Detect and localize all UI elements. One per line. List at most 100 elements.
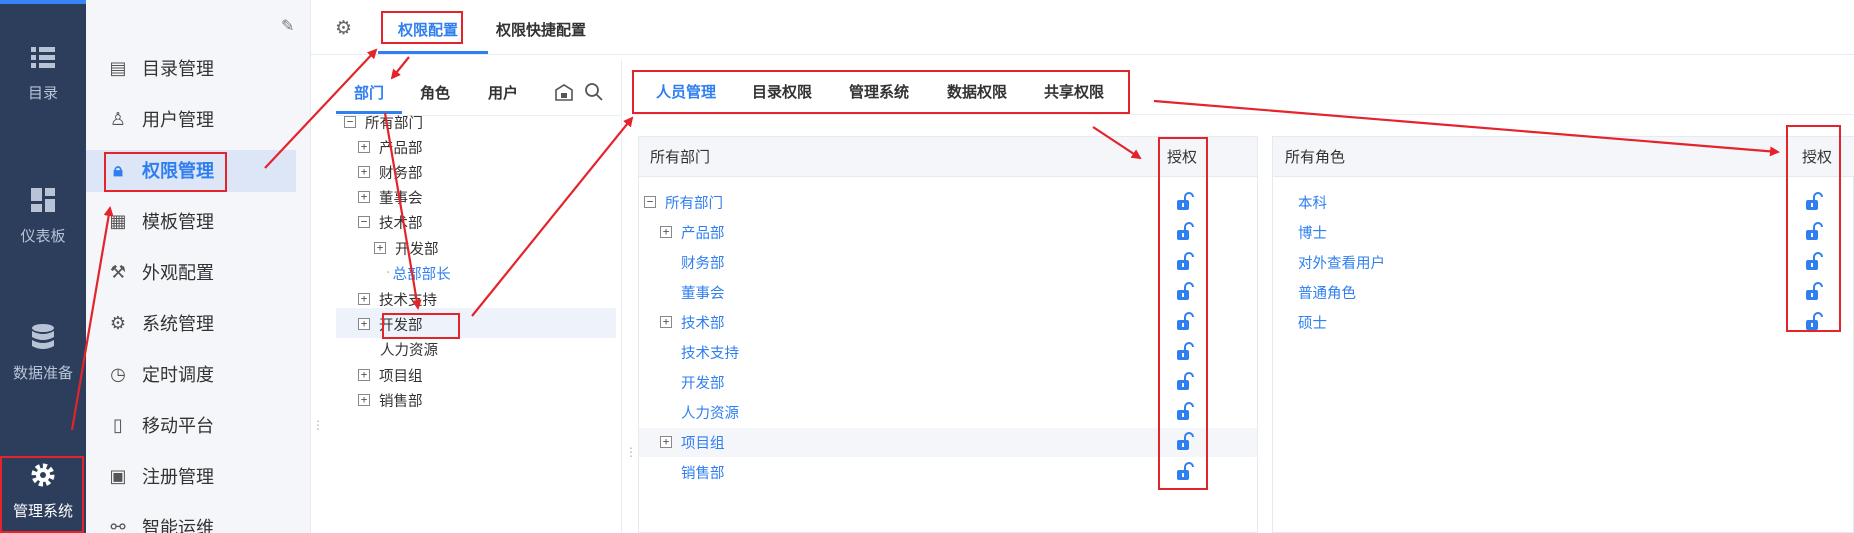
tree-node-label: 所有部门 <box>365 115 423 132</box>
unlock-icon[interactable] <box>1805 282 1823 302</box>
unlock-icon[interactable] <box>1176 312 1194 332</box>
toggle-icon[interactable]: + <box>358 369 370 381</box>
toggle-icon[interactable]: − <box>358 216 370 228</box>
timer-icon: ◷ <box>110 363 126 385</box>
menu-item-mobile[interactable]: ▯ 移动平台 <box>108 410 214 440</box>
menu-item-appearance[interactable]: ⚒ 外观配置 <box>108 257 214 287</box>
pin-icon[interactable]: ✎ <box>281 16 294 35</box>
unlock-icon[interactable] <box>1176 342 1194 362</box>
dept-row[interactable]: − 所有部门 <box>644 191 723 213</box>
unlock-icon[interactable] <box>1805 192 1823 212</box>
menu-item-schedule[interactable]: ◷ 定时调度 <box>108 359 214 389</box>
tree-node[interactable]: − 所有部门 <box>344 111 423 133</box>
menu-item-register[interactable]: ▣ 注册管理 <box>108 461 214 491</box>
rail-item-admin[interactable]: 管理系统 <box>0 460 86 521</box>
unlock-icon[interactable] <box>1176 282 1194 302</box>
menu-item-catalog[interactable]: ▤ 目录管理 <box>108 53 214 83</box>
dept-row-label: 技术部 <box>681 315 725 332</box>
menu-item-templates[interactable]: ▦ 模板管理 <box>108 206 214 236</box>
dept-row-label: 人力资源 <box>681 405 739 422</box>
dept-row[interactable]: + 项目组 <box>660 431 725 453</box>
toggle-icon[interactable]: − <box>644 196 656 208</box>
unlock-icon[interactable] <box>1805 312 1823 332</box>
register-icon: ▣ <box>109 465 127 487</box>
dept-row[interactable]: 销售部 <box>681 461 725 483</box>
menu-item-system[interactable]: ⚙ 系统管理 <box>108 308 214 338</box>
dept-row[interactable]: 财务部 <box>681 251 725 273</box>
tab-catalog-perm[interactable]: 目录权限 <box>752 81 812 102</box>
settings-gear-icon[interactable]: ⚙ <box>335 17 352 39</box>
toggle-icon[interactable]: − <box>344 116 356 128</box>
toggle-icon[interactable]: + <box>358 293 370 305</box>
role-row[interactable]: 普通角色 <box>1298 281 1356 303</box>
dept-row[interactable]: + 技术部 <box>660 311 725 333</box>
toggle-icon[interactable]: + <box>358 141 370 153</box>
tree-node-label: 技术支持 <box>379 292 437 309</box>
tree-node[interactable]: + 财务部 <box>358 161 423 183</box>
unlock-icon[interactable] <box>1176 432 1194 452</box>
tab-department[interactable]: 部门 <box>354 82 384 103</box>
dept-row[interactable]: 技术支持 <box>681 341 739 363</box>
rail-item-catalog[interactable]: 目录 <box>0 42 86 103</box>
gear-icon <box>31 463 55 487</box>
tab-data-perm[interactable]: 数据权限 <box>947 81 1007 102</box>
unlock-icon[interactable] <box>1805 252 1823 272</box>
tree-node[interactable]: + 开发部 <box>374 237 439 259</box>
unlock-icon[interactable] <box>1176 462 1194 482</box>
dept-row[interactable]: 董事会 <box>681 281 725 303</box>
role-row[interactable]: 博士 <box>1298 221 1327 243</box>
role-row[interactable]: 本科 <box>1298 191 1327 213</box>
toggle-icon[interactable]: + <box>358 166 370 178</box>
tree-node-selected[interactable]: · 总部部长 <box>386 262 451 284</box>
role-auth-panel <box>1272 136 1854 533</box>
rail-item-dashboard[interactable]: 仪表板 <box>0 185 86 246</box>
tab-personnel[interactable]: 人员管理 <box>656 81 716 102</box>
dept-scrollbar[interactable] <box>1247 178 1257 533</box>
role-row[interactable]: 硕士 <box>1298 311 1327 333</box>
rail-item-data-prep[interactable]: 数据准备 <box>0 322 86 383</box>
dept-row-label: 产品部 <box>681 225 725 242</box>
tab-quick-config[interactable]: 权限快捷配置 <box>496 19 586 40</box>
unlock-icon[interactable] <box>1176 402 1194 422</box>
toggle-icon[interactable]: + <box>374 242 386 254</box>
menu-item-users[interactable]: ♙ 用户管理 <box>108 104 214 134</box>
tab-user[interactable]: 用户 <box>488 82 518 103</box>
tree-node[interactable]: + 开发部 <box>358 313 423 335</box>
tab-role[interactable]: 角色 <box>420 82 450 103</box>
resize-handle[interactable]: ⋮ <box>312 418 324 432</box>
toggle-icon[interactable]: + <box>358 191 370 203</box>
tab-share-perm[interactable]: 共享权限 <box>1044 81 1104 102</box>
unlock-icon[interactable] <box>1176 222 1194 242</box>
unlock-icon[interactable] <box>1805 222 1823 242</box>
toggle-icon[interactable]: + <box>660 226 672 238</box>
tree-node-label: 开发部 <box>395 241 439 258</box>
unlock-icon[interactable] <box>1176 372 1194 392</box>
tree-node[interactable]: + 董事会 <box>358 186 423 208</box>
role-row[interactable]: 对外查看用户 <box>1298 251 1385 273</box>
tab-admin-system[interactable]: 管理系统 <box>849 81 909 102</box>
toggle-icon[interactable]: + <box>660 436 672 448</box>
rail-label: 数据准备 <box>12 364 73 382</box>
auth-column-header: 授权 <box>1167 148 1198 166</box>
resize-handle[interactable]: ⋮ <box>625 445 637 459</box>
tree-node[interactable]: − 技术部 <box>358 211 423 233</box>
tree-node[interactable]: + 销售部 <box>358 389 423 411</box>
tab-permission-config[interactable]: 权限配置 <box>398 19 458 40</box>
toggle-icon[interactable]: + <box>358 394 370 406</box>
tree-node[interactable]: 人力资源 <box>380 338 438 360</box>
menu-item-permissions[interactable]: 🔒︎ 权限管理 <box>108 155 214 185</box>
tree-node[interactable]: + 产品部 <box>358 136 423 158</box>
dept-row[interactable]: 人力资源 <box>681 401 739 423</box>
unlock-icon[interactable] <box>1176 252 1194 272</box>
building-lock-icon[interactable] <box>554 82 574 102</box>
unlock-icon[interactable] <box>1176 192 1194 212</box>
search-icon[interactable] <box>584 82 604 102</box>
toggle-icon[interactable]: + <box>358 318 370 330</box>
tree-node[interactable]: + 项目组 <box>358 364 423 386</box>
menu-item-ops[interactable]: ⚯ 智能运维 <box>108 512 214 533</box>
menu-item-label: 用户管理 <box>142 110 214 131</box>
dept-row[interactable]: 开发部 <box>681 371 725 393</box>
toggle-icon[interactable]: + <box>660 316 672 328</box>
dept-row[interactable]: + 产品部 <box>660 221 725 243</box>
tree-node[interactable]: + 技术支持 <box>358 288 437 310</box>
